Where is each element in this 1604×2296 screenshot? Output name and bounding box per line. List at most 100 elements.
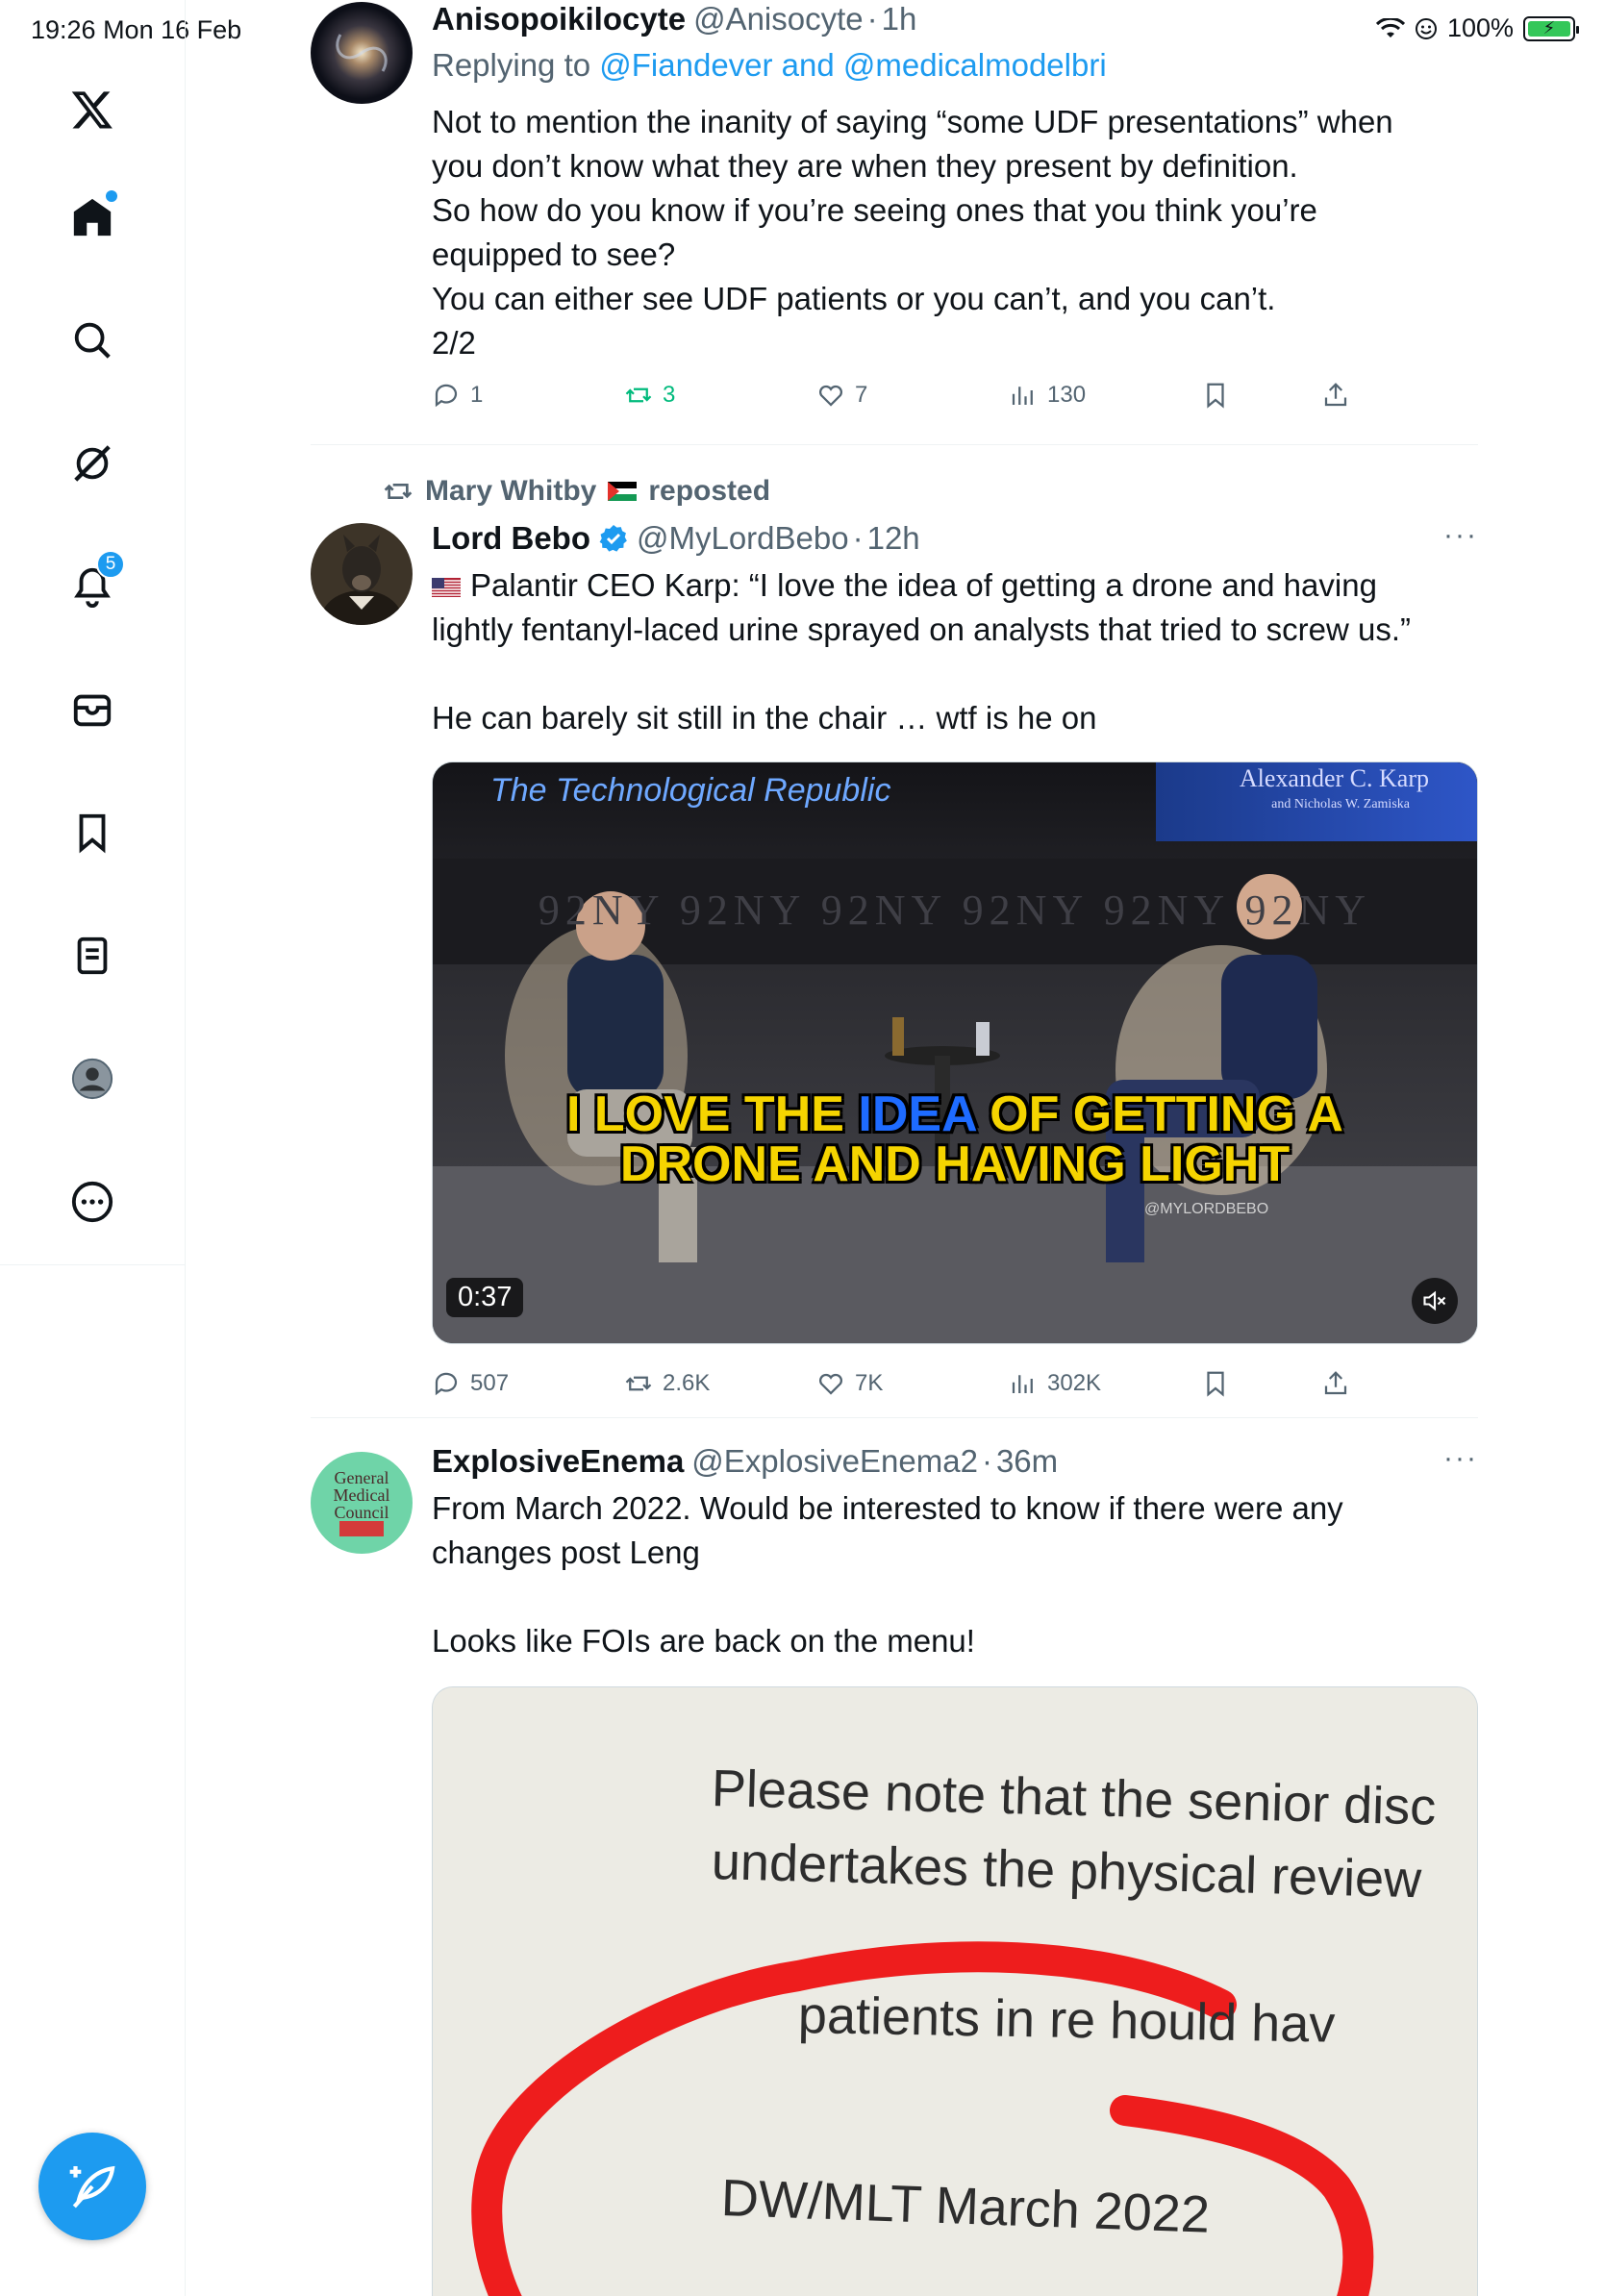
tweet-line: So how do you know if you’re seeing ones… [432, 192, 1317, 228]
tweet-line: you don’t know what they are when they p… [432, 148, 1298, 184]
author-handle[interactable]: @MyLordBebo [637, 519, 849, 558]
tweet-line: lightly fentanyl-laced urine sprayed on … [432, 611, 1412, 647]
more-options-icon[interactable] [46, 1156, 138, 1248]
book-author: Alexander C. Karp [1239, 764, 1429, 792]
tweet-time[interactable]: 12h [867, 519, 920, 558]
compose-post-button[interactable] [38, 2133, 146, 2240]
avatar[interactable] [311, 523, 413, 625]
tweet[interactable]: General Medical Council ExplosiveEnema @… [311, 1442, 1478, 2296]
tweet-line-text: Palantir CEO Karp: “I love the idea of g… [470, 567, 1377, 603]
avatar-logo-banner [339, 1521, 384, 1536]
attached-image[interactable]: Please note that the senior disc underta… [432, 1686, 1478, 2296]
author-name[interactable]: Lord Bebo [432, 519, 590, 558]
repost-button[interactable]: 2.6K [624, 1369, 710, 1398]
separator-dot: · [981, 1443, 992, 1479]
reply-button[interactable]: 507 [432, 1369, 509, 1398]
tweet-text: Not to mention the inanity of saying “so… [432, 100, 1478, 365]
caption-post: OF GETTING A [975, 1086, 1343, 1142]
more-options-icon[interactable]: ··· [1443, 1442, 1478, 1475]
x-logo-icon[interactable] [46, 63, 138, 156]
views-button[interactable]: 130 [1009, 381, 1086, 410]
author-handle[interactable]: @ExplosiveEnema2 [691, 1442, 978, 1481]
author-handle[interactable]: @Anisocyte [693, 0, 864, 38]
repost-icon [384, 484, 413, 499]
sidebar-divider [185, 1265, 186, 2296]
views-chart-icon [1012, 1375, 1033, 1393]
avatar-text-line: General [334, 1468, 389, 1487]
home-unread-dot [106, 190, 117, 202]
reply-button[interactable]: 1 [432, 381, 483, 410]
sidebar: 5 [0, 0, 186, 1265]
reply-count: 1 [470, 382, 484, 408]
heart-icon [818, 1373, 843, 1395]
author-name[interactable]: Anisopoikilocyte [432, 0, 686, 38]
tweet-line [432, 652, 1478, 696]
share-button[interactable] [1321, 1369, 1350, 1398]
tweet-line: 2/2 [432, 325, 476, 361]
tweet-time[interactable]: 36m [996, 1442, 1058, 1481]
verified-badge-icon [599, 525, 627, 552]
bookmark-button[interactable] [1201, 1369, 1230, 1398]
notifications-bell-icon[interactable]: 5 [46, 540, 138, 633]
avatar[interactable]: General Medical Council [311, 1452, 413, 1554]
notifications-badge: 5 [96, 550, 125, 579]
book-coauthor: and Nicholas W. Zamiska [1271, 797, 1410, 811]
tweet-time[interactable]: 1h [882, 0, 917, 38]
stage-backdrop-text: 92NY 92NY 92NY 92NY 92NY 92NY [538, 886, 1372, 934]
views-count: 302K [1047, 1370, 1102, 1396]
tweet-divider [311, 444, 1478, 445]
separator-dot: · [866, 1, 878, 37]
views-button[interactable]: 302K [1009, 1369, 1101, 1398]
video-frame [433, 762, 1477, 1343]
replying-to-link[interactable]: @Fiandever and @medicalmodelbri [599, 47, 1106, 83]
repost-icon [625, 1376, 652, 1391]
video-duration: 0:37 [446, 1278, 524, 1317]
replying-prefix: Replying to [432, 47, 600, 83]
search-icon[interactable] [46, 294, 138, 387]
tweet[interactable]: Anisopoikilocyte @Anisocyte · 1h Replyin… [311, 0, 1478, 444]
bookmarks-icon[interactable] [46, 786, 138, 879]
doc-line: patients in re hould hav [797, 1986, 1336, 2054]
reposted-label: reposted [648, 475, 771, 507]
messages-icon[interactable] [46, 663, 138, 756]
tweet-line: From March 2022. Would be interested to … [432, 1490, 1343, 1526]
video-player[interactable]: The Technological Republic Alexander C. … [432, 761, 1478, 1344]
tweet-line: equipped to see? [432, 237, 676, 272]
tweet-header: Anisopoikilocyte @Anisocyte · 1h [432, 0, 1478, 38]
avatar[interactable] [311, 2, 413, 104]
video-watermark: @MYLORDBEBO [1144, 1201, 1269, 1217]
tweet[interactable]: Lord Bebo @MyLordBebo · 12h ··· Palantir… [311, 519, 1478, 1417]
like-button[interactable]: 7 [816, 381, 867, 410]
reply-icon [435, 384, 458, 408]
repost-button[interactable]: 3 [624, 381, 675, 410]
tweet-text: From March 2022. Would be interested to … [432, 1486, 1478, 1663]
home-icon[interactable] [46, 171, 138, 263]
share-button[interactable] [1321, 381, 1350, 410]
bookmark-button[interactable] [1201, 381, 1230, 410]
replying-to: Replying to @Fiandever and @medicalmodel… [432, 44, 1478, 87]
reply-count: 507 [470, 1370, 510, 1396]
grok-icon[interactable] [46, 417, 138, 510]
avatar-text-line: Council [334, 1503, 389, 1522]
author-name[interactable]: ExplosiveEnema [432, 1442, 684, 1481]
profile-avatar-icon[interactable] [46, 1033, 138, 1125]
like-button[interactable]: 7K [816, 1369, 883, 1398]
like-count: 7K [855, 1370, 884, 1396]
heart-icon [818, 385, 843, 407]
lists-icon[interactable] [46, 910, 138, 1002]
more-options-icon[interactable]: ··· [1443, 519, 1478, 552]
tweet-header: ExplosiveEnema @ExplosiveEnema2 · 36m [432, 1442, 1478, 1481]
tweet-line: Looks like FOIs are back on the menu! [432, 1623, 975, 1659]
tweet-actions: 1 3 7 130 [432, 381, 1478, 410]
mute-button[interactable] [1412, 1278, 1458, 1324]
tweet-divider [311, 1417, 1478, 1418]
caption-line2: DRONE AND HAVING LIGHT [619, 1136, 1291, 1192]
repost-indicator[interactable]: Mary Whitby reposted [383, 475, 770, 508]
caption-highlight: IDEA [858, 1086, 976, 1142]
views-chart-icon [1012, 387, 1033, 405]
tweet-actions: 507 2.6K 7K 302K [432, 1367, 1478, 1400]
tweet-line: He can barely sit still in the chair … w… [432, 700, 1097, 736]
reposted-by-name[interactable]: Mary Whitby [425, 475, 596, 508]
like-count: 7 [855, 382, 868, 408]
repost-count: 2.6K [663, 1370, 711, 1396]
